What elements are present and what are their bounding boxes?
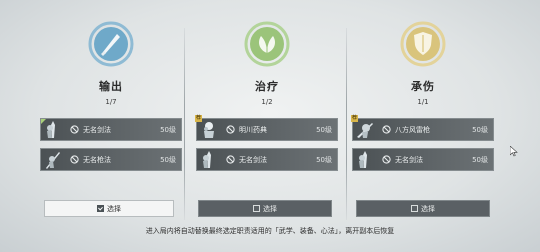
- select-healer-button[interactable]: 选择: [198, 200, 332, 217]
- shield-icon: [399, 20, 447, 68]
- column-divider: [346, 28, 347, 220]
- leaf-icon: [243, 20, 291, 68]
- role-column-tank: 承伤 1/1 荐 八方风雷枪 50级 无名剑法 50级: [351, 20, 494, 178]
- skill-name: 八方风雷枪: [395, 125, 430, 134]
- role-column-healer: 治疗 1/2 荐 明川药典 50级 无名剑法 50级: [195, 20, 338, 178]
- blade-icon: [87, 20, 135, 68]
- select-label: 选择: [107, 204, 121, 213]
- role-title: 承伤: [411, 80, 435, 93]
- role-title: 输出: [99, 80, 123, 93]
- ban-icon: [382, 155, 391, 164]
- role-column-dps: 输出 1/7 无名剑法 50级 无名枪法 50级: [40, 20, 182, 178]
- mouse-cursor-icon: [510, 146, 518, 157]
- select-label: 选择: [263, 204, 277, 213]
- skill-card[interactable]: 无名枪法 50级: [40, 148, 182, 171]
- swordsman-icon: [40, 118, 64, 141]
- skill-name: 无名剑法: [239, 155, 267, 164]
- checkbox[interactable]: [253, 205, 260, 212]
- footer-note: 进入局内将自动替换最终选定职责适用的「武学、装备、心法」，离开副本后恢复: [145, 227, 395, 235]
- skill-level: 50级: [472, 155, 488, 164]
- role-count: 1/2: [261, 98, 273, 106]
- ban-icon: [226, 155, 235, 164]
- skill-level: 50级: [316, 155, 332, 164]
- skill-level: 50级: [472, 125, 488, 134]
- skill-name: 无名剑法: [395, 155, 423, 164]
- role-title: 治疗: [255, 80, 279, 93]
- spearman-icon: [40, 148, 64, 171]
- skill-card[interactable]: 无名剑法 50级: [40, 118, 182, 141]
- skill-name: 无名枪法: [83, 155, 111, 164]
- role-count: 1/7: [105, 98, 117, 106]
- role-count: 1/1: [417, 98, 429, 106]
- column-divider: [184, 28, 185, 220]
- skill-card[interactable]: 荐 明川药典 50级: [195, 115, 338, 141]
- ban-icon: [70, 155, 79, 164]
- swordsman-icon: [352, 148, 376, 171]
- skill-card[interactable]: 无名剑法 50级: [196, 148, 338, 171]
- skill-name: 无名剑法: [83, 125, 111, 134]
- checkbox[interactable]: [411, 205, 418, 212]
- swordsman-icon: [196, 148, 220, 171]
- healer-icon: [196, 118, 220, 141]
- ban-icon: [226, 125, 235, 134]
- skill-card[interactable]: 荐 八方风雷枪 50级: [351, 115, 494, 141]
- skill-level: 50级: [316, 125, 332, 134]
- skill-level: 50级: [160, 125, 176, 134]
- ban-icon: [70, 125, 79, 134]
- select-dps-button[interactable]: 选择: [44, 200, 174, 217]
- skill-level: 50级: [160, 155, 176, 164]
- checkbox-checked[interactable]: [97, 205, 104, 212]
- tank-icon: [352, 118, 376, 141]
- ban-icon: [382, 125, 391, 134]
- select-label: 选择: [421, 204, 435, 213]
- skill-name: 明川药典: [239, 125, 267, 134]
- select-tank-button[interactable]: 选择: [356, 200, 490, 217]
- skill-card[interactable]: 无名剑法 50级: [352, 148, 494, 171]
